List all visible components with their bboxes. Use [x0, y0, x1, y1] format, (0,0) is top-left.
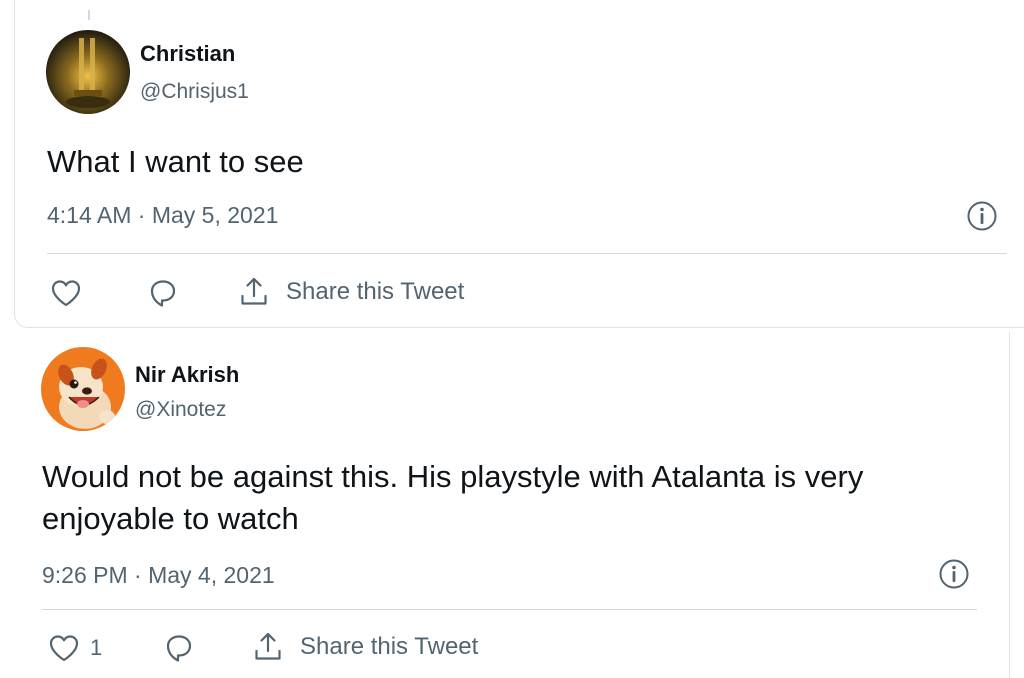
tweet-text: Would not be against this. His playstyle…	[42, 459, 864, 536]
author-name[interactable]: Nir Akrish	[135, 362, 239, 388]
heart-icon	[49, 635, 79, 662]
avatar-christian[interactable]	[46, 30, 130, 114]
reply-button[interactable]	[147, 277, 179, 309]
info-icon[interactable]	[966, 200, 998, 237]
like-button[interactable]	[50, 278, 82, 308]
reply-bubble-icon	[166, 635, 192, 662]
like-count: 1	[90, 635, 103, 660]
info-icon[interactable]	[938, 558, 970, 595]
divider	[42, 609, 977, 610]
tweet-timestamp[interactable]: 4:14 AM · May 5, 2021	[47, 202, 278, 229]
like-button[interactable]: 1	[48, 633, 102, 663]
reply-button[interactable]	[163, 632, 195, 664]
thread-line	[88, 10, 90, 20]
heart-icon	[51, 280, 81, 307]
divider	[47, 253, 1007, 254]
share-icon	[255, 632, 281, 660]
share-label: Share this Tweet	[286, 278, 465, 305]
author-handle[interactable]: @Xinotez	[135, 398, 226, 422]
share-icon	[241, 277, 267, 305]
author-name[interactable]: Christian	[140, 41, 235, 67]
reply-bubble-icon	[150, 280, 176, 307]
avatar-nir-akrish[interactable]	[41, 347, 125, 431]
share-button[interactable]: Share this Tweet	[252, 631, 478, 663]
tweet-text: What I want to see	[47, 144, 304, 179]
tweet-timestamp[interactable]: 9:26 PM · May 4, 2021	[42, 562, 275, 589]
share-button[interactable]: Share this Tweet	[238, 276, 464, 308]
share-label: Share this Tweet	[300, 633, 479, 660]
author-handle[interactable]: @Chrisjus1	[140, 80, 249, 104]
